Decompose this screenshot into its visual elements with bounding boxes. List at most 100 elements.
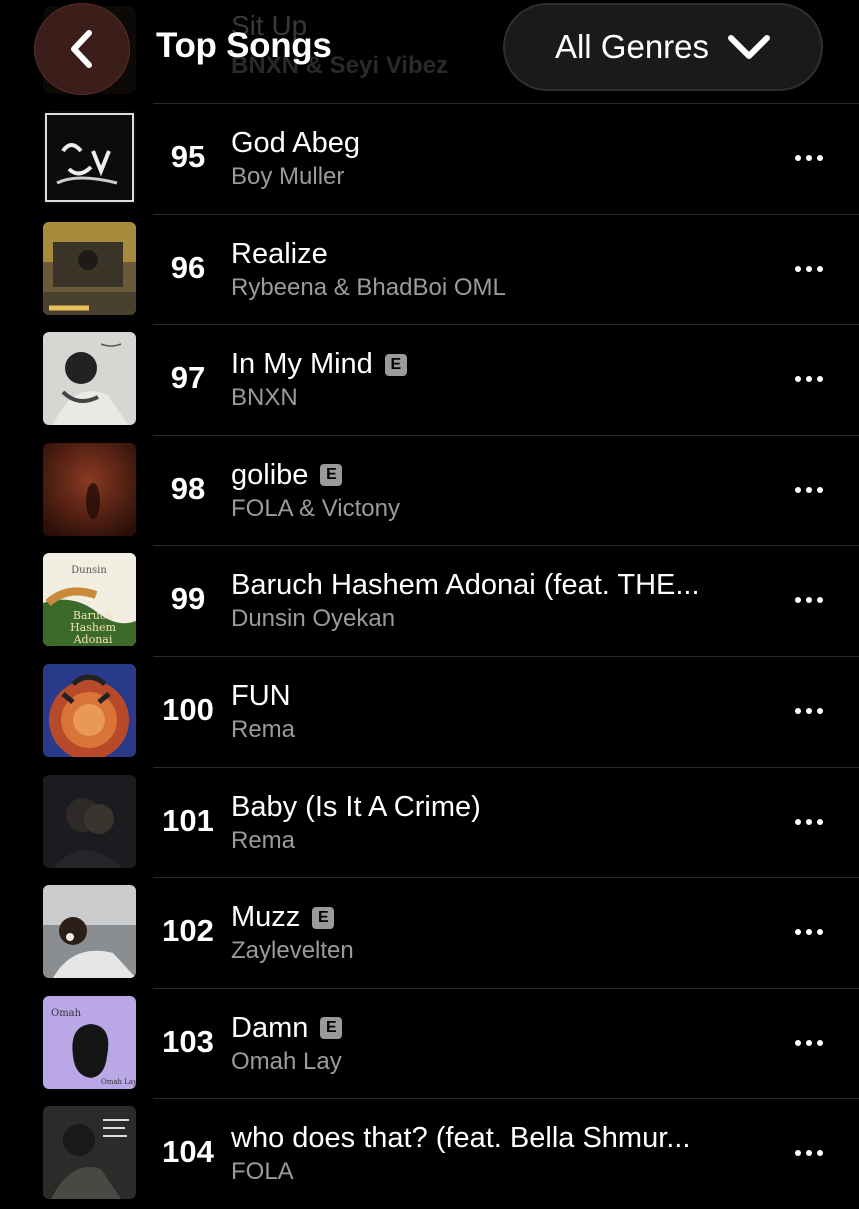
song-title: God Abeg	[231, 127, 360, 160]
svg-text:Omah: Omah	[51, 1008, 82, 1019]
ellipsis-icon	[795, 597, 801, 604]
ellipsis-icon	[795, 818, 801, 825]
chart-rank: 97	[170, 360, 206, 396]
explicit-badge: E	[384, 353, 407, 376]
svg-text:Dunsin: Dunsin	[71, 565, 107, 576]
more-options-button[interactable]	[786, 252, 832, 286]
ellipsis-icon	[795, 376, 801, 383]
divider	[153, 1098, 859, 1100]
genre-filter-label: All Genres	[554, 28, 710, 65]
chevron-down-icon	[728, 35, 771, 59]
explicit-badge: E	[320, 464, 343, 487]
chart-rank: 101	[162, 802, 214, 838]
song-title-text: In My Mind	[231, 348, 373, 381]
song-title: Damn E	[231, 1011, 343, 1045]
song-row[interactable]: 97 In My Mind E BNXN	[0, 324, 859, 435]
song-row[interactable]: 104 who does that? (feat. Bella Shmur... F…	[0, 1098, 859, 1209]
ellipsis-icon	[795, 1039, 801, 1046]
song-row[interactable]: 95 God Abeg Boy Muller	[0, 103, 859, 214]
more-options-button[interactable]	[786, 694, 832, 728]
divider	[153, 655, 859, 657]
more-options-button[interactable]	[786, 915, 832, 949]
song-title: FUN	[231, 680, 291, 713]
album-art	[43, 221, 136, 315]
album-art	[43, 663, 136, 757]
album-art	[43, 1106, 136, 1200]
song-artist: Rema	[231, 715, 296, 743]
song-artist: Omah Lay	[231, 1047, 342, 1075]
header: Sit Up BNXN & Seyi Vibez Top Songs All G…	[0, 0, 859, 100]
genre-filter-button[interactable]: All Genres	[503, 3, 823, 91]
chart-rank: 102	[162, 913, 214, 949]
song-artist: FOLA	[231, 1158, 294, 1186]
explicit-badge: E	[320, 1017, 343, 1040]
song-title-text: who does that? (feat. Bella Shmur...	[231, 1122, 691, 1155]
more-options-button[interactable]	[786, 1026, 832, 1060]
svg-text:Adonai: Adonai	[73, 633, 113, 646]
song-row[interactable]: 102 Muzz E Zaylevelten	[0, 877, 859, 988]
divider	[153, 324, 859, 326]
chart-rank: 104	[162, 1134, 214, 1170]
song-artist: FOLA & Victony	[231, 494, 400, 522]
song-title-text: God Abeg	[231, 127, 360, 159]
ellipsis-icon	[795, 929, 801, 936]
song-artist: Dunsin Oyekan	[231, 605, 396, 633]
song-title: golibe E	[231, 458, 343, 492]
song-artist: Rybeena & BhadBoi OML	[231, 273, 506, 301]
ellipsis-icon	[795, 265, 801, 272]
song-title-text: Baby (Is It A Crime)	[231, 790, 481, 823]
divider	[153, 766, 859, 768]
more-options-button[interactable]	[786, 473, 832, 507]
song-title: Baruch Hashem Adonai (feat. THE...	[231, 569, 700, 602]
song-title-text: golibe	[231, 458, 309, 491]
album-art: Baruch Hashem Adonai Dunsin	[43, 553, 136, 647]
song-list: 95 God Abeg Boy Muller 96 Realize Rybeena & B…	[0, 103, 859, 1209]
song-row[interactable]: 96 Realize Rybeena & BhadBoi OML	[0, 213, 859, 325]
song-title: In My Mind E	[231, 348, 407, 381]
song-artist: BNXN	[231, 384, 298, 412]
song-title-text: Damn	[231, 1011, 309, 1044]
song-row[interactable]: Baruch Hashem Adonai Dunsin 99 Baruch Hashem …	[0, 545, 859, 656]
more-options-button[interactable]	[786, 141, 832, 175]
song-title: Muzz E	[231, 901, 335, 934]
ellipsis-icon	[795, 155, 801, 161]
explicit-badge: E	[312, 906, 335, 929]
album-art	[43, 774, 136, 868]
divider	[153, 545, 859, 547]
chart-rank: 100	[162, 691, 214, 727]
chart-rank: 98	[170, 470, 206, 506]
song-artist: Rema	[231, 826, 296, 854]
divider	[153, 877, 859, 879]
song-title-text: FUN	[231, 679, 291, 712]
song-artist: Boy Muller	[231, 163, 345, 190]
page-title: Top Songs	[156, 26, 332, 65]
song-row[interactable]: Omah Omah Lay 103 Damn E Omah Lay	[0, 987, 859, 1099]
more-options-button[interactable]	[786, 805, 832, 839]
chart-rank: 96	[170, 249, 206, 285]
ellipsis-icon	[795, 707, 801, 714]
chart-rank: 103	[162, 1023, 214, 1059]
back-button[interactable]	[34, 3, 130, 95]
more-options-button[interactable]	[786, 583, 832, 617]
chevron-left-icon	[71, 30, 92, 68]
song-title: who does that? (feat. Bella Shmur...	[231, 1122, 690, 1155]
more-options-button[interactable]	[786, 1136, 832, 1170]
divider	[153, 434, 859, 436]
song-title-text: Muzz	[231, 901, 301, 934]
song-title: Realize	[231, 238, 328, 271]
album-art	[43, 111, 136, 204]
more-options-button[interactable]	[786, 362, 832, 396]
song-row[interactable]: 101 Baby (Is It A Crime) Rema	[0, 766, 859, 878]
song-row[interactable]: 98 golibe E FOLA & Victony	[0, 434, 859, 546]
album-art	[43, 885, 136, 979]
chart-rank: 95	[170, 139, 206, 174]
album-art	[43, 332, 136, 426]
ellipsis-icon	[795, 1150, 801, 1157]
song-artist: Zaylevelten	[231, 937, 354, 965]
song-row[interactable]: 100 FUN Rema	[0, 655, 859, 767]
divider	[153, 987, 859, 989]
song-title-text: Baruch Hashem Adonai (feat. THE...	[231, 569, 700, 602]
album-art: Omah Omah Lay	[43, 995, 136, 1089]
divider	[153, 213, 859, 215]
song-title-text: Realize	[231, 237, 328, 270]
